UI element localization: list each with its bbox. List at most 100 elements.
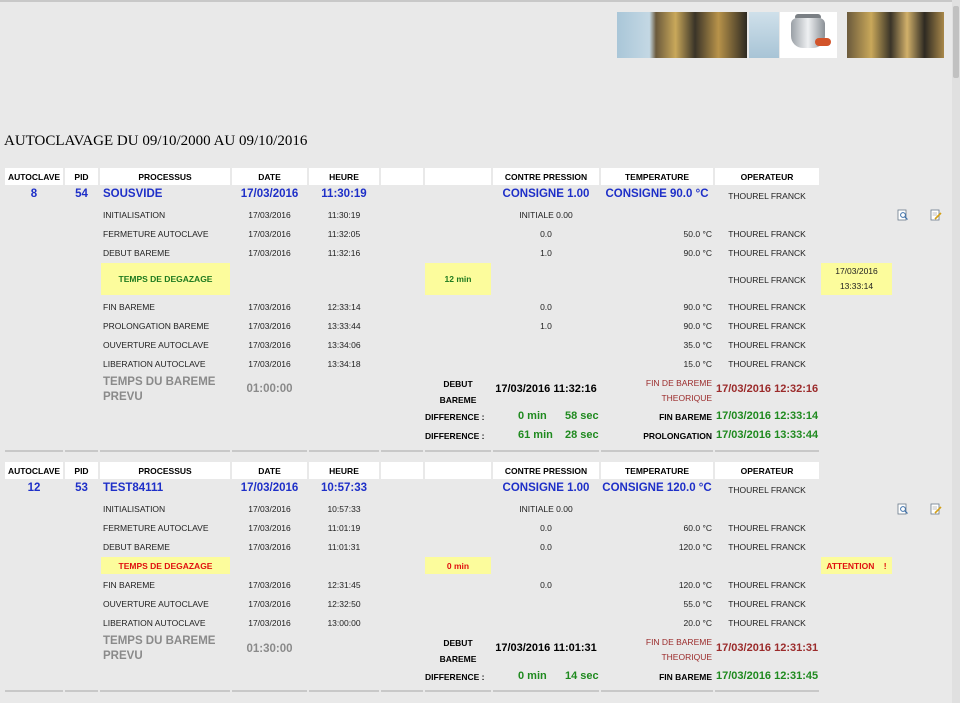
row-separator (309, 690, 379, 692)
step-time: 13:34:18 (327, 359, 361, 369)
step-temperature: 20.0 °C (683, 618, 712, 628)
step-name: FIN BAREME (103, 302, 155, 312)
header-autoclave: AUTOCLAVE (5, 168, 63, 185)
fin-theorique-label: FIN DE BAREME THEORIQUE (645, 378, 712, 403)
header-operateur: OPERATEUR (715, 168, 819, 185)
step-temperature: 90.0 °C (683, 248, 712, 258)
difference-label: DIFFERENCE : (425, 412, 485, 422)
step-operator: THOUREL FRANCK (728, 359, 806, 369)
step-time: 11:01:19 (327, 523, 361, 533)
step-name: FERMETURE AUTOCLAVE (103, 523, 209, 533)
vegetable-graphic (815, 38, 831, 46)
bareme-prevu-label: TEMPS DU BAREME PREVU (103, 635, 216, 662)
header-temperature: TEMPERATURE (601, 168, 713, 185)
degazage-operator: THOUREL FRANCK (728, 275, 806, 285)
consigne-temperature: CONSIGNE 120.0 °C (602, 482, 712, 494)
banner-image-lids (847, 12, 944, 58)
step-date: 17/03/2016 (248, 523, 291, 533)
step-temperature: 35.0 °C (683, 340, 712, 350)
degazage-warning: ATTENTION ! (821, 557, 892, 574)
step-name: FERMETURE AUTOCLAVE (103, 229, 209, 239)
edit-record-icon[interactable] (930, 209, 942, 221)
step-pression: 0.0 (540, 542, 552, 552)
step-pression: INITIALE 0.00 (519, 504, 573, 514)
scrollbar-thumb[interactable] (953, 6, 959, 78)
header-date: DATE (232, 462, 307, 479)
step-operator: THOUREL FRANCK (728, 340, 806, 350)
row-separator (232, 450, 307, 452)
fin-bareme-label: FIN BAREME (659, 412, 712, 422)
step-name: OUVERTURE AUTOCLAVE (103, 599, 209, 609)
degazage-label: TEMPS DE DEGAZAGE (101, 557, 230, 574)
header-blank-2 (425, 462, 491, 479)
step-name: LIBERATION AUTOCLAVE (103, 618, 206, 628)
step-time: 12:33:14 (327, 302, 361, 312)
fin-bareme-value: 17/03/2016 12:31:45 (716, 670, 819, 682)
step-date: 17/03/2016 (248, 229, 291, 239)
process-name[interactable]: TEST84111 (103, 482, 163, 494)
row-separator (100, 450, 230, 452)
prolongation-value: 17/03/2016 13:33:44 (716, 429, 819, 441)
view-details-icon[interactable] (897, 209, 909, 221)
edit-record-icon[interactable] (930, 503, 942, 515)
process-time: 10:57:33 (320, 482, 368, 494)
step-date: 17/03/2016 (248, 248, 291, 258)
step-name: DEBUT BAREME (103, 248, 170, 258)
process-name[interactable]: SOUSVIDE (103, 188, 162, 200)
row-separator (5, 450, 63, 452)
header-pid: PID (65, 462, 98, 479)
view-details-icon[interactable] (897, 503, 909, 515)
header-heure: HEURE (309, 462, 379, 479)
step-date: 17/03/2016 (248, 340, 291, 350)
debut-bareme-label: DEBUT BAREME (439, 638, 477, 664)
bareme-prevu-time: 01:30:00 (246, 643, 293, 655)
step-time: 11:32:05 (327, 229, 361, 239)
header-heure: HEURE (309, 168, 379, 185)
consigne-temperature: CONSIGNE 90.0 °C (605, 188, 709, 200)
pid-value: 54 (75, 188, 88, 200)
step-time: 11:32:16 (327, 248, 361, 258)
row-separator (601, 450, 713, 452)
step-date: 17/03/2016 (248, 618, 291, 628)
step-pression: 0.0 (540, 229, 552, 239)
bareme-prevu-label: TEMPS DU BAREME PREVU (103, 376, 216, 403)
step-time: 12:32:50 (327, 599, 361, 609)
step-temperature: 60.0 °C (683, 523, 712, 533)
fin-theorique-label: FIN DE BAREME THEORIQUE (645, 637, 712, 662)
header-processus: PROCESSUS (100, 168, 230, 185)
step-pression: 0.0 (540, 302, 552, 312)
degazage-duration: 0 min (425, 557, 491, 574)
step-operator: THOUREL FRANCK (728, 523, 806, 533)
row-separator (100, 690, 230, 692)
header-contre-pression: CONTRE PRESSION (493, 168, 599, 185)
vertical-scrollbar[interactable] (952, 0, 960, 703)
row-separator (715, 690, 819, 692)
step-pression: 1.0 (540, 321, 552, 331)
banner-image-sky (749, 12, 779, 58)
page-title: AUTOCLAVAGE DU 09/10/2000 AU 09/10/2016 (4, 133, 308, 149)
step-temperature: 90.0 °C (683, 321, 712, 331)
fin-theorique-value: 17/03/2016 12:31:31 (716, 642, 819, 654)
consigne-pression: CONSIGNE 1.00 (502, 188, 590, 200)
row-separator (715, 450, 819, 452)
difference-minutes: 61 min (518, 429, 553, 441)
step-temperature: 120.0 °C (678, 542, 712, 552)
debut-bareme-label: DEBUT BAREME (439, 379, 477, 405)
row-separator (381, 690, 423, 692)
step-date: 17/03/2016 (248, 321, 291, 331)
step-date: 17/03/2016 (248, 359, 291, 369)
header-blank-1 (381, 168, 423, 185)
step-date: 17/03/2016 (248, 302, 291, 312)
step-time: 13:34:06 (327, 340, 361, 350)
header-contre-pression: CONTRE PRESSION (493, 462, 599, 479)
bareme-prevu-time: 01:00:00 (246, 383, 293, 395)
difference-seconds: 58 sec (565, 410, 599, 422)
process-date: 17/03/2016 (240, 482, 299, 494)
step-pression: 0.0 (540, 523, 552, 533)
step-operator: THOUREL FRANCK (728, 229, 806, 239)
step-name: PROLONGATION BAREME (103, 321, 210, 331)
row-separator (232, 690, 307, 692)
row-separator (493, 450, 599, 452)
prolongation-label: PROLONGATION (643, 431, 712, 441)
consigne-pression: CONSIGNE 1.00 (502, 482, 590, 494)
